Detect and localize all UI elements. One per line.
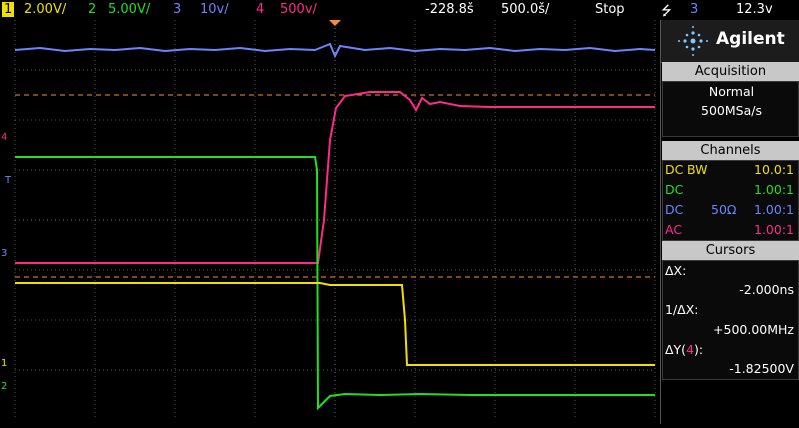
agilent-logo: Agilent: [661, 20, 799, 63]
ch2-coupling: DC: [665, 182, 684, 197]
delta-y-label-suffix: ):: [694, 342, 704, 357]
agilent-spark-icon: [678, 26, 708, 56]
waveform-display[interactable]: 4 T 3 1 2: [0, 20, 660, 424]
ch2-ground-marker[interactable]: 2: [1, 381, 7, 392]
ch4-trace: [15, 91, 655, 264]
ch3-trace: [14, 42, 656, 59]
ch1-ground-marker[interactable]: 1: [1, 358, 7, 369]
ch3-ground-marker[interactable]: 3: [1, 248, 7, 259]
ch1-scale[interactable]: 2.00V/: [24, 2, 66, 17]
ch1-bw-limit: BW: [687, 162, 708, 177]
time-offset[interactable]: -228.8š: [425, 2, 474, 17]
ch4-number[interactable]: 4: [256, 2, 264, 17]
acquisition-mode: Normal: [708, 84, 755, 99]
ch2-number[interactable]: 2: [88, 2, 96, 17]
sample-rate: 500MSa/s: [701, 103, 762, 118]
brand-name: Agilent: [716, 29, 785, 49]
channels-header[interactable]: Channels: [662, 141, 799, 160]
trigger-level-marker[interactable]: T: [5, 175, 11, 186]
ch3-number[interactable]: 3: [173, 2, 181, 17]
ch3-impedance: 50Ω: [711, 202, 737, 217]
ch3-coupling: DC: [665, 202, 684, 217]
delta-y-label: ΔY(4):: [665, 342, 703, 357]
delta-x-label: ΔX:: [665, 263, 687, 278]
ch2-scale[interactable]: 5.00V/: [108, 2, 150, 17]
delta-y-channel: 4: [686, 342, 695, 357]
trigger-channel[interactable]: 3: [690, 2, 698, 17]
inverse-delta-x-value: +500.00MHz: [713, 322, 794, 337]
cursors-header[interactable]: Cursors: [662, 241, 799, 260]
ch3-probe: 1.00:1: [754, 202, 794, 217]
timebase[interactable]: 500.0š/: [501, 2, 549, 17]
ch3-scale[interactable]: 10ⅴ/: [200, 2, 229, 17]
ch4-coupling: AC: [665, 222, 683, 237]
acquisition-box: Normal 500MSa/s: [662, 81, 799, 137]
delta-y-label-prefix: ΔY(: [665, 342, 687, 357]
ch4-probe: 1.00:1: [754, 222, 794, 237]
ch1-coupling: DC: [665, 162, 684, 177]
acquisition-header[interactable]: Acquisition: [662, 62, 799, 81]
ch4-ground-marker[interactable]: 4: [1, 132, 7, 143]
ch1-number[interactable]: 1: [2, 2, 15, 17]
trigger-level[interactable]: 12.3ⅴ: [736, 2, 773, 17]
waveform-svg: [14, 20, 656, 420]
delta-x-value: -2.000ns: [739, 282, 794, 297]
side-panel: Agilent Acquisition Normal 500MSa/s Chan…: [660, 20, 799, 424]
channels-box: DC BW 10.0:1 DC 1.00:1 DC 50Ω 1.00:1 AC …: [662, 160, 799, 241]
inverse-delta-x-label: 1/ΔX:: [665, 302, 699, 317]
status-bar: 1 2.00V/ 2 5.00V/ 3 10ⅴ/ 4 500ⅴ/ -228.8š…: [0, 0, 799, 20]
cursors-box: ΔX: -2.000ns 1/ΔX: +500.00MHz ΔY(4): -1.…: [662, 260, 799, 380]
ch4-scale[interactable]: 500ⅴ/: [280, 2, 317, 17]
delta-y-value: -1.82500V: [729, 361, 794, 376]
run-state[interactable]: Stop: [595, 2, 625, 17]
trigger-position-marker[interactable]: [329, 20, 341, 26]
ch2-probe: 1.00:1: [754, 182, 794, 197]
ch1-probe: 10.0:1: [754, 162, 794, 177]
